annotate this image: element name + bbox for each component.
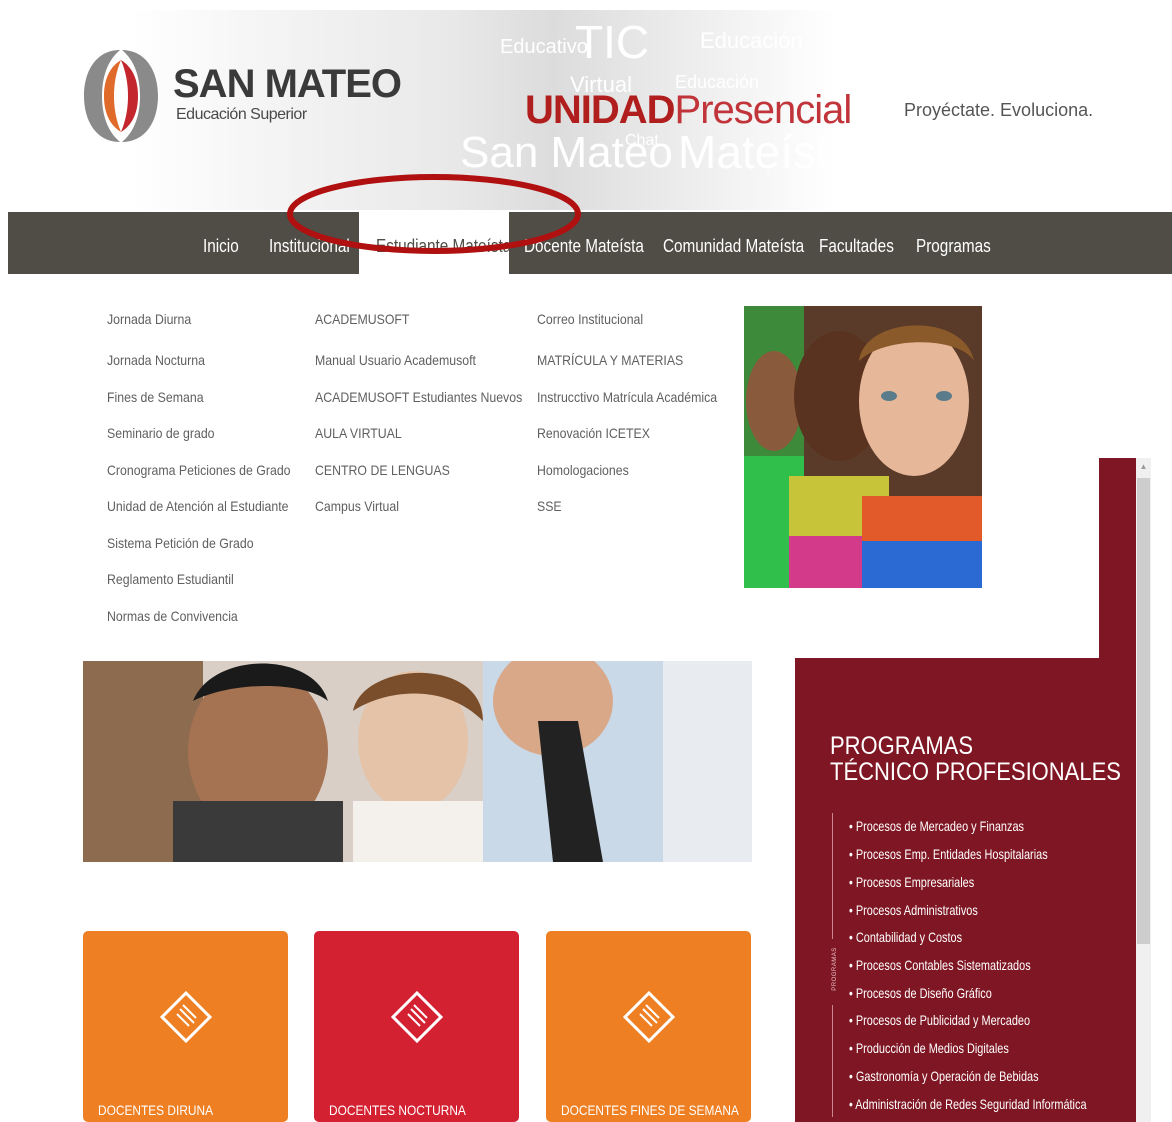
program-link[interactable]: • Procesos Administrativos [849,902,978,918]
programs-panel-top [1099,458,1136,658]
unit-title-strong: UNIDAD [525,88,676,132]
nav-comunidad-mateista[interactable]: Comunidad Mateísta [663,236,804,257]
dropdown-menu: Jornada Diurna Jornada Nocturna Fines de… [0,300,740,640]
watermark-word: Educación [700,28,803,53]
program-link[interactable]: • Procesos de Diseño Gráfico [849,985,992,1001]
dropdown-link[interactable]: Homologaciones [537,462,629,478]
faculty-banner-image [83,661,752,862]
dropdown-link[interactable]: ACADEMUSOFT Estudiantes Nuevos [315,389,522,405]
watermark-word: Educativo [500,36,588,58]
program-link[interactable]: • Administración de Redes Seguridad Info… [849,1096,1087,1112]
programs-title-line2: TÉCNICO PROFESIONALES [830,758,1121,786]
site-header: TIC Educación Virtual Educativo San Mate… [0,0,1172,212]
dropdown-link[interactable]: CENTRO DE LENGUAS [315,462,450,478]
card-docentes-nocturna[interactable]: DOCENTES NOCTURNA [314,931,519,1122]
watermark-word: Chat [625,132,659,149]
brand-subtitle: Educación Superior [176,106,307,123]
scroll-up-arrow-icon[interactable]: ▲ [1136,458,1151,476]
programs-divider [832,813,833,939]
nav-programas[interactable]: Programas [916,236,991,257]
programs-vertical-label: PROGRAMAS [832,947,838,991]
dropdown-link[interactable]: Cronograma Peticiones de Grado [107,462,291,478]
program-link[interactable]: • Contabilidad y Costos [849,929,962,945]
program-link[interactable]: • Procesos de Publicidad y Mercadeo [849,1012,1030,1028]
unit-title: UNIDADPresencial [525,88,853,133]
dropdown-link[interactable]: MATRÍCULA Y MATERIAS [537,352,683,368]
scrollbar-thumb[interactable] [1137,478,1150,944]
dropdown-link[interactable]: Normas de Convivencia [107,608,238,624]
card-label: DOCENTES FINES DE SEMANA [561,1102,739,1118]
dropdown-link[interactable]: Manual Usuario Academusoft [315,352,476,368]
program-link[interactable]: • Procesos de Mercadeo y Finanzas [849,818,1024,834]
document-icon [159,990,213,1044]
unit-title-light: Presencial [674,88,853,132]
dropdown-link[interactable]: AULA VIRTUAL [315,425,402,441]
nav-inicio[interactable]: Inicio [203,236,239,257]
document-icon [622,990,676,1044]
san-mateo-logo-icon[interactable] [82,40,160,152]
dropdown-link[interactable]: Fines de Semana [107,389,204,405]
dropdown-link[interactable]: Instrucctivo Matrícula Académica [537,389,717,405]
brand-name: SAN MATEO [173,62,402,106]
nav-facultades[interactable]: Facultades [819,236,894,257]
card-docentes-diurna[interactable]: DOCENTES DIRUNA [83,931,288,1122]
card-label: DOCENTES DIRUNA [98,1102,214,1118]
dropdown-link[interactable]: Seminario de grado [107,425,215,441]
dropdown-link[interactable]: ACADEMUSOFT [315,311,409,327]
card-docentes-fines-de-semana[interactable]: DOCENTES FINES DE SEMANA [546,931,751,1122]
document-icon [390,990,444,1044]
program-link[interactable]: • Producción de Medios Digitales [849,1040,1009,1056]
program-link[interactable]: • Procesos Contables Sistematizados [849,957,1031,973]
dropdown-link[interactable]: Sistema Petición de Grado [107,535,254,551]
dropdown-link[interactable]: Campus Virtual [315,498,399,514]
main-nav-items: Inicio Institucional Estudiante Mateísta… [0,212,1172,274]
program-link[interactable]: • Gastronomía y Operación de Bebidas [849,1068,1039,1084]
dropdown-link[interactable]: Unidad de Atención al Estudiante [107,498,289,514]
dropdown-link[interactable]: Renovación ICETEX [537,425,650,441]
card-label: DOCENTES NOCTURNA [329,1102,466,1118]
panel-scrollbar[interactable]: ▲ [1136,458,1151,1122]
dropdown-link[interactable]: Jornada Diurna [107,311,191,327]
program-link[interactable]: • Procesos Emp. Entidades Hospitalarias [849,846,1048,862]
highlight-annotation-ellipse [287,174,581,254]
dropdown-link[interactable]: SSE [537,498,562,514]
dropdown-link[interactable]: Correo Institucional [537,311,643,327]
programs-divider [832,1005,833,1117]
watermark-word: Mateísta [678,126,855,178]
program-link[interactable]: • Procesos Empresariales [849,874,974,890]
programs-title-line1: PROGRAMAS [830,732,974,760]
tagline: Proyéctate. Evoluciona. [904,100,1094,120]
dropdown-link[interactable]: Jornada Nocturna [107,352,205,368]
dropdown-link[interactable]: Reglamento Estudiantil [107,571,234,587]
